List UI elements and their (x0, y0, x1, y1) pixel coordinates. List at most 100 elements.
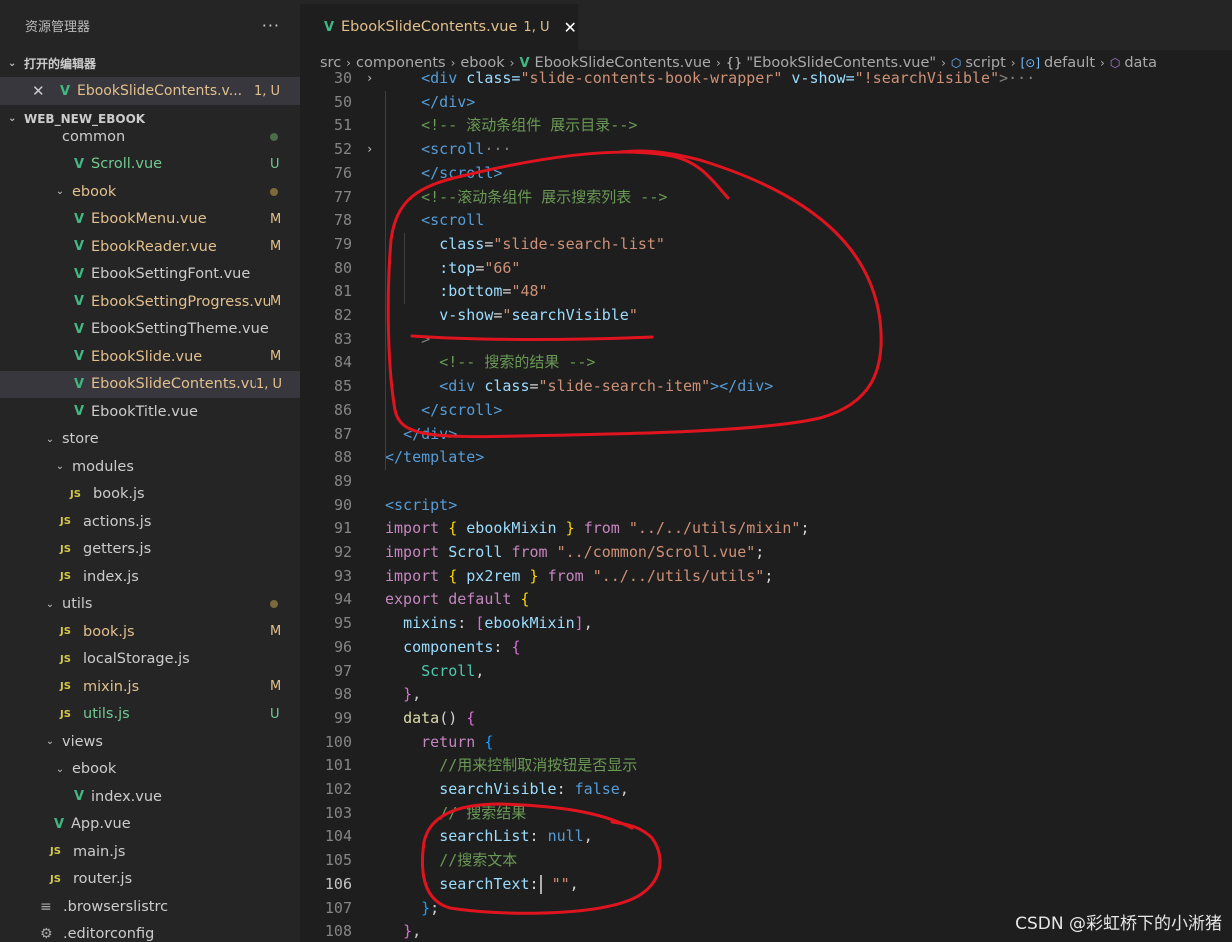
tree-item[interactable]: JS getters.js (0, 536, 300, 564)
line-number: 76 (333, 163, 352, 182)
code-line: 99 data() { (300, 707, 1232, 731)
tree-item[interactable]: ≡ .browserslistrc (0, 893, 300, 921)
code-line: 90 <script> (300, 494, 1232, 518)
chevron-down-icon: ⌄ (45, 433, 55, 445)
code-line: 82 v-show="searchVisible" (300, 304, 1232, 328)
js-file-icon: JS (60, 708, 71, 720)
tree-item-label: EbookReader.vue (91, 238, 217, 255)
open-editors-label: 打开的编辑器 (24, 57, 97, 71)
tree-item[interactable]: Vindex.vue (0, 783, 300, 811)
open-editor-name: EbookSlideContents.v... (77, 83, 243, 99)
tree-item[interactable]: V EbookSlide.vue M (0, 343, 300, 371)
explorer-title: 资源管理器 (25, 19, 91, 35)
vue-file-icon: V (323, 19, 335, 35)
line-number: 101 (324, 756, 352, 775)
fold-chevron-icon[interactable]: › (366, 67, 373, 91)
code-text: data() { (403, 708, 476, 727)
code-line: 106 searchText: "", (300, 873, 1232, 897)
tree-item[interactable]: JS localStorage.js (0, 646, 300, 674)
js-file-icon: JS (50, 873, 61, 885)
status-dot (270, 187, 278, 196)
tree-item[interactable]: V EbookSettingProgress.vue M (0, 288, 300, 316)
line-number: 89 (333, 471, 352, 490)
tab-close-icon[interactable]: ✕ (563, 18, 576, 37)
vue-file-icon: V (73, 239, 85, 255)
editor-pane: V EbookSlideContents.vue 1, U ✕ src › co… (300, 0, 1232, 942)
tree-item[interactable]: JS utils.js U (0, 701, 300, 729)
more-actions-icon[interactable]: ··· (262, 16, 280, 35)
tree-item[interactable]: JS main.js (0, 838, 300, 866)
vue-file-icon: V (73, 321, 85, 337)
tree-item[interactable]: V EbookSettingTheme.vue (0, 316, 300, 344)
tree-item-label: router.js (73, 871, 133, 888)
git-status-badge: M (270, 294, 282, 310)
line-number: 97 (333, 661, 352, 680)
line-number: 106 (324, 874, 352, 893)
code-text: </div> (403, 424, 458, 443)
tree-item-label: getters.js (83, 541, 152, 558)
tab-ebookslidecontents[interactable]: V EbookSlideContents.vue 1, U ✕ (300, 4, 578, 50)
js-file-icon: JS (60, 653, 71, 665)
tree-item[interactable]: JS book.js (0, 481, 300, 509)
code-line: 103 // 搜索结果 (300, 802, 1232, 826)
git-status-badge: M (270, 239, 282, 255)
tree-item[interactable]: JS actions.js (0, 508, 300, 536)
vue-file-icon: V (73, 376, 85, 392)
vue-file-icon: V (73, 266, 85, 282)
tree-item-label: localStorage.js (83, 651, 190, 668)
line-number: 100 (324, 732, 352, 751)
line-number: 83 (333, 329, 352, 348)
line-number: 80 (333, 258, 352, 277)
vue-file-icon: V (59, 83, 71, 99)
code-text: searchText: "", (439, 874, 579, 894)
tree-item[interactable]: ⌄ ebook (0, 178, 300, 206)
code-text: </template> (385, 448, 485, 467)
tree-item[interactable]: JS index.js (0, 563, 300, 591)
line-number: 92 (333, 543, 352, 561)
code-line: 78 <scroll (300, 209, 1232, 233)
line-number: 81 (333, 282, 352, 301)
code-text: components: { (403, 637, 521, 656)
tree-item[interactable]: V EbookSettingFont.vue (0, 261, 300, 289)
tree-item[interactable]: V EbookReader.vue M (0, 233, 300, 261)
tree-item[interactable]: ⌄ modules (0, 453, 300, 481)
code-text: > (421, 329, 431, 348)
js-file-icon: JS (60, 543, 71, 555)
fold-chevron-icon[interactable]: › (366, 138, 373, 162)
code-area[interactable]: 30 › <div class="slide-contents-book-wrap… (300, 68, 1232, 942)
code-text: <div class="slide-search-item"></div> (439, 377, 774, 396)
tree-item[interactable]: ⌄ ebook (0, 756, 300, 784)
chevron-down-icon: ⌄ (55, 461, 65, 473)
tree-item[interactable]: V EbookMenu.vue M (0, 206, 300, 234)
chevron-down-icon: ⌄ (55, 763, 65, 775)
code-line: 97 Scroll, (300, 660, 1232, 684)
open-editor-item[interactable]: ✕ V EbookSlideContents.v... 1, U (0, 77, 300, 105)
tree-item[interactable]: JS mixin.js M (0, 673, 300, 701)
close-icon[interactable]: ✕ (32, 82, 56, 100)
tree-item[interactable]: ⌄ utils (0, 591, 300, 619)
tree-item[interactable]: ⚙ .editorconfig (0, 921, 300, 942)
tree-item[interactable]: common (0, 123, 300, 151)
code-line: 105 //搜索文本 (300, 849, 1232, 873)
code-text: <!--滚动条组件 展示搜索列表 --> (421, 187, 668, 206)
tree-item[interactable]: JS router.js (0, 866, 300, 894)
tree-item[interactable]: V Scroll.vue U (0, 151, 300, 179)
tree-item[interactable]: V EbookSlideContents.vue 1, U (0, 370, 300, 398)
explorer-header: 资源管理器 ··· (0, 0, 300, 50)
code-text: // 搜索结果 (439, 803, 527, 822)
code-line: 85 <div class="slide-search-item"></div> (300, 375, 1232, 399)
tree-item[interactable]: JS book.js M (0, 618, 300, 646)
tree-item[interactable]: ⌄ views (0, 728, 300, 756)
open-editors-header[interactable]: ⌄ 打开的编辑器 (0, 50, 300, 77)
tree-item[interactable]: V EbookTitle.vue (0, 398, 300, 426)
code-line: 50 </div> (300, 91, 1232, 115)
code-line: 84 <!-- 搜索的结果 --> (300, 351, 1232, 375)
tree-item[interactable]: V App.vue (0, 811, 300, 839)
tree-item[interactable]: ⌄ store (0, 426, 300, 454)
code-text: </scroll> (421, 163, 503, 182)
line-number: 99 (333, 708, 352, 727)
code-text: //用来控制取消按钮是否显示 (439, 756, 638, 775)
watermark: CSDN @彩虹桥下的小淅猪 (1015, 914, 1222, 934)
code-text: <div class="slide-contents-book-wrapper"… (421, 69, 1036, 87)
line-number: 52 (333, 140, 352, 159)
